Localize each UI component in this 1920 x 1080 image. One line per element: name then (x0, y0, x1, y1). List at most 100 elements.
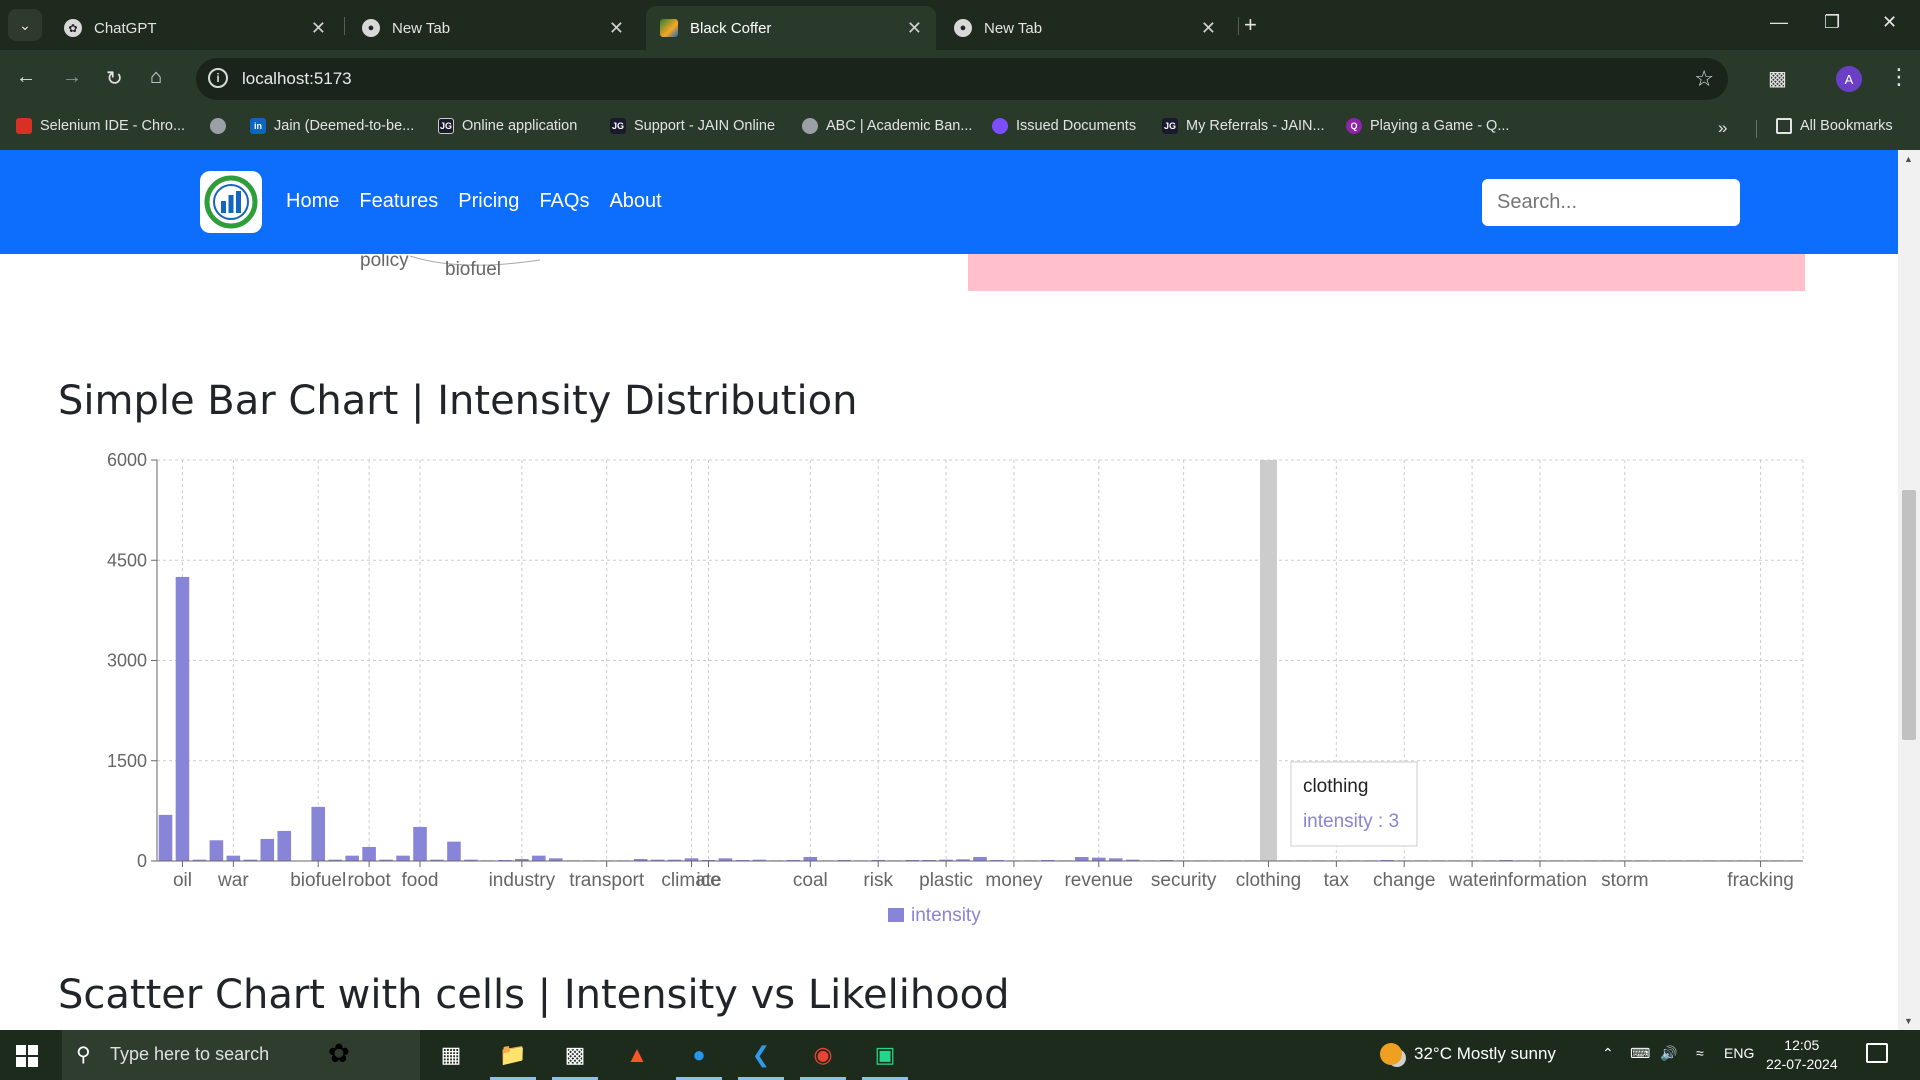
x-tick-label: fracking (1727, 870, 1794, 891)
scroll-up-icon[interactable]: ▲ (1904, 154, 1913, 164)
back-icon[interactable]: ← (16, 66, 36, 89)
bookmark-item[interactable]: JG Support - JAIN Online (610, 118, 775, 134)
profile-avatar[interactable]: A (1836, 66, 1862, 92)
chevron-up-icon[interactable]: ⌃ (1602, 1045, 1614, 1062)
notification-icon[interactable] (1866, 1043, 1888, 1063)
tab-new-tab[interactable]: ● New Tab ✕ (348, 6, 638, 50)
bookmarks-bar: Selenium IDE - Chro... in Jain (Deemed-t… (0, 108, 1920, 150)
new-tab-button[interactable]: + (1244, 12, 1257, 38)
close-icon[interactable]: ✕ (311, 18, 326, 39)
x-tick-label: money (985, 870, 1043, 891)
more-menu-icon[interactable]: ⋮ (1888, 64, 1910, 90)
search-input[interactable] (1482, 179, 1740, 226)
window-close-icon[interactable]: ✕ (1882, 12, 1897, 33)
task-view-icon[interactable]: ▦ (434, 1038, 468, 1072)
nav-faqs[interactable]: FAQs (539, 190, 589, 213)
x-tick-label: industry (489, 870, 556, 891)
bookmark-item[interactable]: JG Online application (438, 118, 577, 134)
bar (532, 855, 546, 861)
vscode-icon[interactable]: ❮ (738, 1038, 784, 1080)
chatgpt-icon: ✿ (64, 19, 82, 37)
x-tick-label: revenue (1064, 870, 1133, 891)
x-tick-label: war (217, 870, 249, 891)
weather-widget[interactable]: 32°C Mostly sunny (1380, 1043, 1556, 1065)
volume-icon[interactable]: 🔊 (1660, 1045, 1677, 1062)
input-method-icon[interactable]: ⌨ (1630, 1045, 1650, 1062)
chrome-icon[interactable]: ◉ (800, 1038, 846, 1080)
taskbar-search[interactable]: ⚲ Type here to search ✿ (62, 1030, 420, 1080)
bookmark-item[interactable]: JG My Referrals - JAIN... (1162, 118, 1325, 134)
brave-icon[interactable]: ▲ (620, 1038, 654, 1072)
bookmark-item[interactable]: Issued Documents (992, 118, 1136, 134)
scrollbar-thumb[interactable] (1902, 490, 1916, 740)
url-text[interactable]: localhost:5173 (242, 69, 352, 89)
home-icon[interactable]: ⌂ (150, 66, 162, 89)
taskbar-search-placeholder: Type here to search (110, 1044, 270, 1064)
wifi-icon[interactable]: ≈ (1696, 1045, 1704, 1061)
page-scrollbar[interactable]: ▲ ▼ (1898, 150, 1920, 1030)
docker-icon[interactable]: ● (676, 1038, 722, 1080)
tab-black-coffer[interactable]: Black Coffer ✕ (646, 6, 936, 50)
nav-features[interactable]: Features (359, 190, 438, 213)
x-tick-label: clothing (1236, 870, 1302, 891)
intensity-bar-chart[interactable]: 0 1500 3000 4500 6000 oil war biofuel robot food i… (0, 150, 1898, 1030)
language-indicator[interactable]: ENG (1724, 1045, 1754, 1061)
cloud-icon (992, 118, 1008, 134)
folder-icon (1776, 118, 1792, 134)
bar-chart-logo-icon (204, 175, 258, 229)
scroll-down-icon[interactable]: ▼ (1904, 1016, 1913, 1026)
bookmark-star-icon[interactable]: ☆ (1694, 66, 1714, 92)
y-tick-label: 3000 (107, 651, 147, 671)
all-bookmarks[interactable]: All Bookmarks (1776, 118, 1893, 134)
bookmark-item[interactable] (210, 118, 234, 134)
nav-home[interactable]: Home (286, 190, 339, 213)
y-tick-label: 4500 (107, 550, 147, 570)
restore-icon[interactable]: ❐ (1824, 12, 1840, 33)
windows-start-icon[interactable] (16, 1045, 38, 1067)
nav-links: Home Features Pricing FAQs About (286, 190, 662, 213)
bookmark-item[interactable]: Selenium IDE - Chro... (16, 118, 185, 134)
black-coffer-icon (660, 19, 678, 37)
bar (396, 855, 410, 861)
search-highlight-icon: ✿ (328, 1038, 350, 1068)
x-tick-label: storm (1601, 870, 1649, 891)
bookmark-item[interactable]: Q Playing a Game - Q... (1346, 118, 1509, 134)
chevron-double-right-icon[interactable]: » (1718, 118, 1727, 138)
tab-chatgpt[interactable]: ✿ ChatGPT ✕ (50, 6, 340, 50)
chevron-down-icon: ⌄ (19, 16, 31, 33)
pycharm-icon[interactable]: ▣ (862, 1038, 908, 1080)
forward-icon[interactable]: → (62, 66, 82, 89)
weather-text: 32°C Mostly sunny (1414, 1044, 1556, 1063)
file-explorer-icon[interactable]: 📁 (490, 1038, 536, 1080)
app-logo[interactable] (200, 171, 262, 233)
nav-pricing[interactable]: Pricing (458, 190, 519, 213)
clock-time: 12:05 (1784, 1037, 1820, 1053)
reload-icon[interactable]: ↻ (106, 66, 123, 91)
jgi-icon: JG (438, 118, 454, 134)
close-icon[interactable]: ✕ (1201, 18, 1216, 39)
bookmark-item[interactable]: in Jain (Deemed-to-be... (250, 118, 414, 134)
bar (226, 855, 241, 861)
close-icon[interactable]: ✕ (907, 18, 922, 39)
minimize-icon[interactable]: — (1770, 12, 1788, 33)
terminal-icon[interactable]: ▩ (552, 1038, 598, 1080)
close-icon[interactable]: ✕ (609, 18, 624, 39)
bookmarks-separator (1756, 120, 1757, 138)
bar (260, 838, 275, 861)
extensions-icon[interactable]: ▩ (1768, 66, 1787, 91)
site-info-icon[interactable]: i (208, 68, 228, 88)
clock-date: 22-07-2024 (1766, 1056, 1838, 1072)
nav-about[interactable]: About (609, 190, 661, 213)
address-bar[interactable]: i localhost:5173 ☆ (196, 58, 1728, 100)
x-tick-label: plastic (919, 870, 973, 891)
bar (447, 841, 461, 861)
bookmark-label: ABC | Academic Ban... (826, 118, 973, 134)
tab-title: ChatGPT (94, 19, 157, 37)
clock[interactable]: 12:05 22-07-2024 (1766, 1036, 1838, 1074)
tab-search-button[interactable]: ⌄ (8, 9, 42, 41)
bookmark-label: Selenium IDE - Chro... (40, 118, 186, 134)
tab-new-tab-2[interactable]: ● New Tab ✕ (940, 6, 1230, 50)
bookmark-item[interactable]: ABC | Academic Ban... (802, 118, 972, 134)
bar (1075, 856, 1089, 861)
tooltip-title: clothing (1303, 776, 1369, 797)
